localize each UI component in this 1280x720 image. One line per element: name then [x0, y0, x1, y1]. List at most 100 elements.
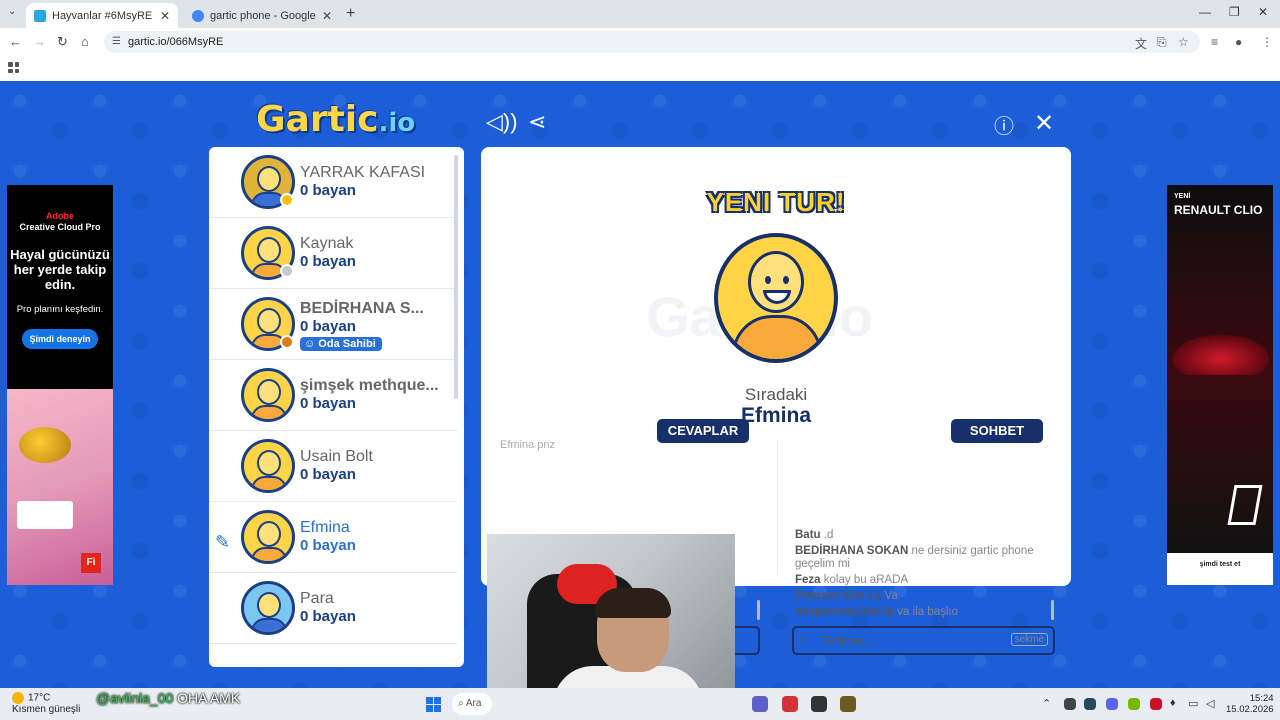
reload-icon[interactable]: ↻ — [57, 34, 68, 50]
browser-toolbar: ← → ↻ ⌂ ☰ gartic.io/066MsyRE 文 ⎘ ☆ ≡ ● ⋮ — [0, 28, 1280, 56]
gartic-logo: Gartic.io — [256, 99, 416, 140]
player-name: Kaynak — [300, 235, 354, 252]
answer-input[interactable] — [733, 626, 760, 655]
ad-image: YENİ RENAULT CLIO — [1167, 185, 1273, 553]
windows-taskbar: 17°C Kısmen güneşli @avlinla_00 OHA AMK … — [0, 688, 1280, 720]
ad-eyebrow: YENİ — [1174, 193, 1191, 200]
answers-tab[interactable]: CEVAPLAR — [657, 419, 749, 443]
maximize-button[interactable]: ❐ — [1229, 5, 1240, 19]
gartic-favicon-icon — [34, 9, 46, 22]
steam-icon[interactable] — [1084, 698, 1096, 710]
forward-arrow-icon[interactable]: → — [33, 34, 46, 49]
close-window-button[interactable]: ✕ — [1258, 5, 1268, 19]
chat-input[interactable]: ○ Sohbet... sekme — [792, 626, 1055, 655]
player-points: 0 bayan — [300, 182, 356, 199]
info-icon[interactable]: ⓘ — [994, 110, 1014, 139]
ad-cta-button[interactable]: Şimdi deneyin — [22, 329, 98, 349]
player-row: şimşek methque... 0 bayan — [209, 360, 457, 431]
tray-app-icon[interactable] — [1064, 698, 1076, 710]
player-name: Para — [300, 590, 334, 607]
tab-key-hint: sekme — [1010, 633, 1048, 646]
tab-google-search[interactable]: gartic phone - Google'da Ara ✕ — [184, 3, 340, 28]
chat-message: BEDİRHANA SOKAN ne dersiniz gartic phone… — [795, 545, 1034, 570]
ad-subline: Pro planını keşfedin. — [16, 304, 104, 315]
windows-start-icon[interactable] — [426, 697, 441, 712]
chat-messages: Batu .d BEDİRHANA SOKAN ne dersiniz gart… — [795, 529, 1055, 622]
player-points: 0 bayan — [300, 253, 356, 270]
status-dot — [280, 264, 294, 278]
tray-chevron-icon[interactable]: ⌃ — [1042, 697, 1051, 710]
close-tab-icon[interactable]: ✕ — [322, 9, 332, 23]
tray-app-icon[interactable] — [1150, 698, 1162, 710]
players-list: YARRAK KAFASI 0 bayan Kaynak 0 bayan BED… — [209, 147, 464, 667]
ad-left-adobe[interactable]: Adobe Creative Cloud Pro Hayal gücünüzü h… — [7, 185, 113, 585]
network-icon[interactable]: ▭ — [1188, 697, 1198, 710]
reading-list-icon[interactable]: ≡ — [1211, 35, 1218, 49]
taskbar-clock[interactable]: 15:24 15.02.2026 — [1226, 693, 1274, 715]
tab-search-icon[interactable]: ⌄ — [8, 6, 16, 17]
ad-model-name: RENAULT CLIO — [1174, 203, 1263, 217]
bee-illustration — [19, 427, 71, 463]
chat-scrollbar[interactable] — [1051, 600, 1054, 620]
player-avatar — [241, 368, 295, 422]
ad-right-renault[interactable]: YENİ RENAULT CLIO şimdi test et — [1167, 185, 1273, 585]
minimize-button[interactable]: — — [1199, 5, 1211, 19]
status-dot — [280, 335, 294, 349]
obs-icon[interactable] — [811, 696, 827, 712]
player-name: şimşek methque... — [300, 377, 439, 394]
chat-message: mispercess kim la va ila başlıo — [795, 606, 959, 618]
ad-brand: Adobe Creative Cloud Pro — [19, 211, 101, 232]
renault-logo-icon — [1227, 485, 1263, 525]
chat-message: Batu .d — [795, 529, 834, 541]
panel-divider — [777, 440, 778, 575]
teams-icon[interactable] — [752, 696, 768, 712]
translate-icon[interactable]: 文 — [1135, 35, 1147, 52]
next-player-avatar — [714, 233, 838, 363]
answers-scrollbar[interactable] — [757, 600, 760, 620]
sound-icon[interactable]: ◁)) — [486, 109, 518, 135]
car-illustration — [1173, 335, 1269, 375]
install-app-icon[interactable]: ⎘ — [1157, 35, 1167, 50]
google-favicon-icon — [192, 9, 204, 22]
bookmark-star-icon[interactable]: ☆ — [1178, 35, 1189, 49]
chat-message: Prenses Kim La Va — [795, 590, 898, 602]
pencil-icon: ✎ — [215, 532, 231, 552]
chat-placeholder: Sohbet... — [823, 633, 876, 648]
room-owner-badge: ☺ Oda Sahibi — [300, 337, 382, 351]
nvidia-icon[interactable] — [1128, 698, 1140, 710]
app-icon[interactable] — [840, 696, 856, 712]
mic-icon[interactable]: ♦ — [1170, 697, 1176, 709]
apps-grid-icon[interactable] — [8, 62, 19, 73]
home-icon[interactable]: ⌂ — [81, 34, 89, 49]
ad-mock-notification — [17, 501, 73, 529]
player-points: 0 bayan — [300, 537, 356, 554]
ad-image: Fi — [7, 389, 113, 585]
chat-tab[interactable]: SOHBET — [951, 419, 1043, 443]
player-row: YARRAK KAFASI 0 bayan — [209, 147, 457, 218]
discord-icon[interactable] — [1106, 698, 1118, 710]
more-menu-icon[interactable]: ⋮ — [1261, 35, 1273, 49]
player-avatar — [241, 581, 295, 635]
taskbar-search[interactable]: ⌕ Ara — [452, 693, 492, 715]
player-avatar — [241, 510, 295, 564]
ad-cta-button[interactable]: şimdi test et — [1167, 561, 1273, 568]
back-arrow-icon[interactable]: ← — [9, 34, 22, 49]
close-icon[interactable]: ✕ — [1034, 109, 1054, 138]
browser-tab-bar: ⌄ Hayvanlar #6MsyRE (Türkçe) - G ✕ garti… — [0, 0, 1280, 28]
search-icon: ○ — [799, 631, 808, 647]
tab-gartic[interactable]: Hayvanlar #6MsyRE (Türkçe) - G ✕ — [26, 3, 178, 28]
weather-widget[interactable]: 17°C Kısmen güneşli — [12, 692, 80, 715]
new-tab-button[interactable]: + — [346, 5, 355, 23]
player-points: 0 bayan — [300, 608, 356, 625]
profile-icon[interactable]: ● — [1235, 35, 1242, 49]
player-row-current: ✎ Efmina 0 bayan — [209, 502, 457, 573]
share-icon[interactable]: ⋖ — [528, 109, 546, 135]
volume-icon[interactable]: ◁ — [1206, 697, 1214, 710]
close-tab-icon[interactable]: ✕ — [160, 9, 170, 23]
address-bar[interactable]: ☰ gartic.io/066MsyRE — [104, 31, 1200, 53]
player-row: Kaynak 0 bayan — [209, 218, 457, 289]
player-row: BEDİRHANA S... 0 bayan ☺ Oda Sahibi — [209, 289, 457, 360]
site-settings-icon[interactable]: ☰ — [112, 31, 121, 53]
app-icon[interactable] — [782, 696, 798, 712]
players-scrollbar[interactable] — [454, 155, 458, 399]
